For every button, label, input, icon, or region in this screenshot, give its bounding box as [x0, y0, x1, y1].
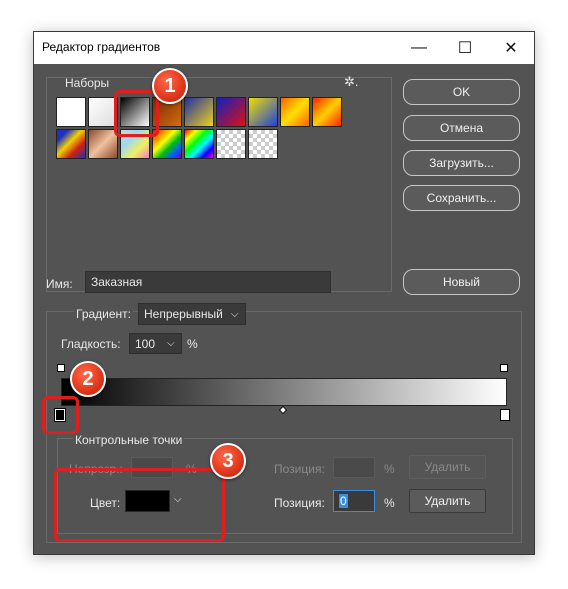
maximize-icon: ☐	[457, 40, 473, 57]
opacity-delete-button: Удалить	[409, 455, 486, 479]
presets-label: Наборы	[65, 76, 110, 90]
highlight-box-3	[54, 468, 225, 542]
save-button[interactable]: Сохранить...	[403, 185, 520, 211]
cancel-button[interactable]: Отмена	[403, 115, 520, 141]
name-input[interactable]: Заказная	[85, 271, 331, 293]
opacity-position-input	[333, 457, 375, 478]
preset-swatch[interactable]	[184, 97, 214, 127]
chevron-down-icon: ⌵	[230, 308, 239, 320]
preset-swatch[interactable]	[184, 129, 214, 159]
smoothness-value: 100	[135, 336, 156, 351]
color-position-label: Позиция:	[274, 496, 325, 510]
preset-swatch[interactable]	[216, 97, 246, 127]
highlight-box-2	[42, 396, 79, 434]
chevron-down-icon: ⌵	[167, 338, 175, 349]
new-button[interactable]: Новый	[403, 269, 520, 295]
opacity-position-label: Позиция:	[274, 462, 325, 476]
preset-swatch[interactable]	[56, 97, 86, 127]
close-button[interactable]: ✕	[488, 32, 534, 64]
callout-1: 1	[152, 68, 188, 104]
title-bar: Редактор градиентов — ☐ ✕	[34, 32, 534, 64]
ok-button[interactable]: OK	[403, 79, 520, 105]
load-button[interactable]: Загрузить...	[403, 150, 520, 176]
gradient-preview-bar[interactable]	[61, 378, 507, 406]
gradient-type-value: Непрерывный	[144, 307, 223, 321]
opacity-position-unit: %	[384, 462, 395, 476]
color-position-unit: %	[384, 496, 395, 510]
gradient-type-label: Градиент:	[74, 307, 134, 321]
window-title: Редактор градиентов	[42, 40, 161, 54]
highlight-box-1	[114, 90, 159, 137]
minimize-icon: —	[411, 39, 427, 56]
preset-swatch-transparent[interactable]	[216, 129, 246, 159]
opacity-stop-left[interactable]	[57, 364, 65, 372]
color-stop-right[interactable]	[500, 409, 510, 421]
callout-2: 2	[70, 361, 106, 397]
color-position-value: 0	[339, 494, 348, 508]
preset-swatch[interactable]	[280, 97, 310, 127]
preset-swatch[interactable]	[248, 97, 278, 127]
name-label: Имя:	[46, 277, 73, 291]
opacity-stop-right[interactable]	[500, 364, 508, 372]
color-position-input[interactable]: 0	[333, 490, 375, 512]
smoothness-input[interactable]: 100 ⌵	[129, 333, 182, 354]
minimize-button[interactable]: —	[396, 32, 442, 64]
preset-swatch[interactable]	[88, 129, 118, 159]
presets-gear-icon[interactable]: ✲.	[344, 74, 359, 90]
smoothness-unit: %	[187, 337, 198, 351]
preset-swatch[interactable]	[312, 97, 342, 127]
smoothness-label: Гладкость:	[61, 337, 121, 351]
color-delete-button[interactable]: Удалить	[409, 489, 486, 513]
preset-swatch[interactable]	[56, 129, 86, 159]
maximize-button[interactable]: ☐	[442, 32, 488, 64]
close-icon: ✕	[504, 40, 518, 57]
preset-swatch-transparent[interactable]	[248, 129, 278, 159]
gradient-type-select[interactable]: Непрерывный ⌵	[138, 303, 246, 325]
stops-label: Контрольные точки	[73, 433, 185, 447]
callout-3: 3	[210, 443, 246, 479]
